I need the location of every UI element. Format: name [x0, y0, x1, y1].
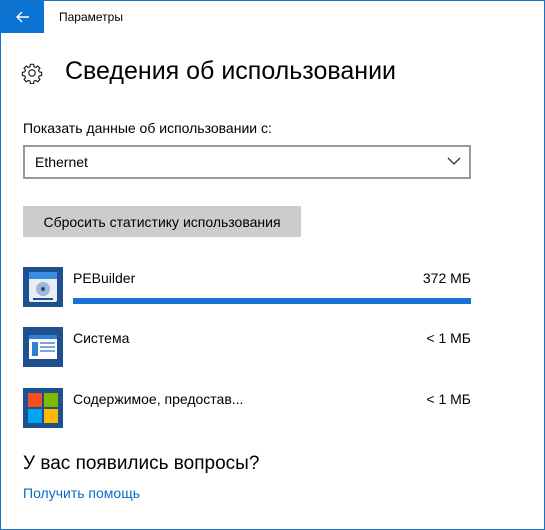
chevron-down-icon [447, 157, 461, 165]
network-select-value: Ethernet [35, 154, 88, 170]
usage-bar-fill [73, 298, 471, 304]
app-size: < 1 МБ [426, 391, 471, 407]
gear-icon [21, 63, 43, 84]
app-name: Содержимое, предостав... [73, 391, 244, 407]
back-button[interactable] [1, 1, 44, 33]
network-select[interactable]: Ethernet [23, 145, 471, 179]
page-title: Сведения об использовании [65, 57, 397, 85]
disc-drive-icon [23, 267, 63, 307]
get-help-link[interactable]: Получить помощь [23, 485, 140, 501]
settings-window: Параметры Сведения об использовании Пока… [0, 0, 545, 530]
app-size: 372 МБ [422, 270, 471, 286]
list-item[interactable]: Система < 1 МБ [23, 327, 471, 367]
system-window-icon [23, 327, 63, 367]
app-name: Система [73, 330, 130, 346]
app-size: < 1 МБ [426, 330, 471, 346]
list-item[interactable]: PEBuilder 372 МБ [23, 267, 471, 307]
windows-logo-icon [23, 388, 63, 428]
app-name: PEBuilder [73, 270, 136, 286]
back-arrow-icon [15, 11, 29, 23]
reset-usage-button[interactable]: Сбросить статистику использования [23, 206, 301, 237]
filter-label: Показать данные об использовании с: [23, 120, 272, 136]
usage-bar [73, 298, 471, 304]
list-item[interactable]: Содержимое, предостав... < 1 МБ [23, 388, 471, 428]
window-title: Параметры [59, 10, 123, 24]
questions-heading: У вас появились вопросы? [23, 453, 260, 474]
title-bar: Параметры [1, 1, 544, 33]
